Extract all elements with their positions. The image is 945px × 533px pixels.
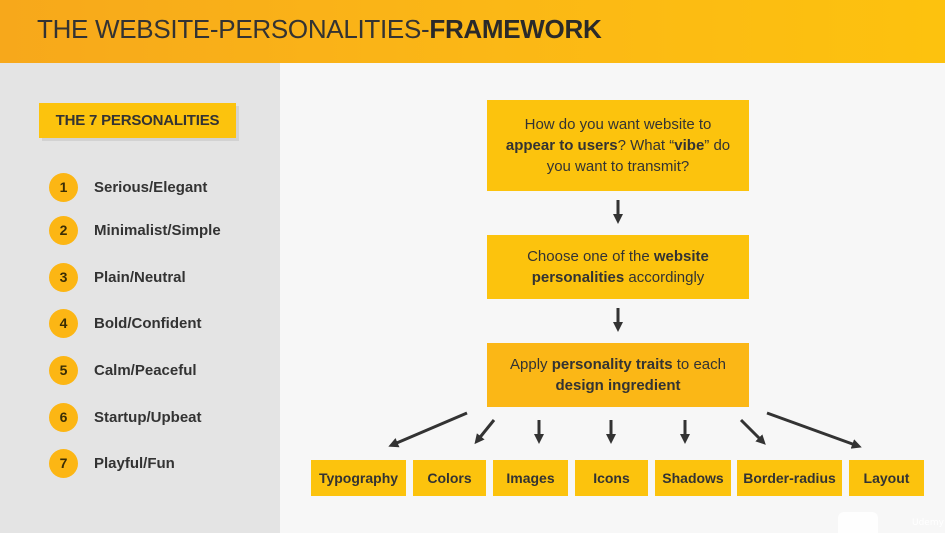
arrow-colors-icon: [474, 419, 496, 445]
flow-text: ? What “: [617, 137, 675, 154]
flow-text-bold: appear to users: [505, 137, 618, 154]
ingredient-border-radius: Border-radius: [737, 460, 842, 496]
flow-text: Apply: [510, 356, 552, 373]
flow-text-bold: personality traits: [551, 356, 673, 373]
flow-step-apply: Apply personality traits to each design …: [487, 343, 749, 407]
ingredient-colors: Colors: [413, 460, 486, 496]
ingredient-images: Images: [493, 460, 568, 496]
flow-text: to each: [672, 356, 726, 373]
ingredient-icons: Icons: [575, 460, 648, 496]
flow-text: ” do: [704, 137, 731, 154]
arrow-typography-icon: [388, 411, 468, 448]
flow-text-bold: vibe: [674, 137, 705, 154]
arrow-layout-icon: [766, 411, 862, 449]
watermark-text: Udemy: [912, 518, 944, 528]
arrow-border-radius-icon: [739, 418, 766, 445]
ingredient-shadows: Shadows: [655, 460, 731, 496]
flow-text: Choose one of the: [527, 248, 654, 265]
ingredient-typography: Typography: [311, 460, 406, 496]
flow-text-bold: website: [653, 248, 709, 265]
ingredient-layout: Layout: [849, 460, 924, 496]
flow-text: accordingly: [624, 269, 705, 286]
flow-arrows: [388, 200, 862, 449]
flow-text: you want to transmit?: [546, 158, 690, 175]
flow-step-vibe: How do you want website to appear to use…: [487, 100, 749, 191]
flow-text-bold: personalities: [531, 269, 625, 286]
flow-step-choose: Choose one of the website personalities …: [487, 235, 749, 299]
flow-text: How do you want website to: [524, 116, 712, 133]
watermark-logo-icon: [838, 512, 878, 533]
flow-text-bold: design ingredient: [555, 377, 681, 394]
